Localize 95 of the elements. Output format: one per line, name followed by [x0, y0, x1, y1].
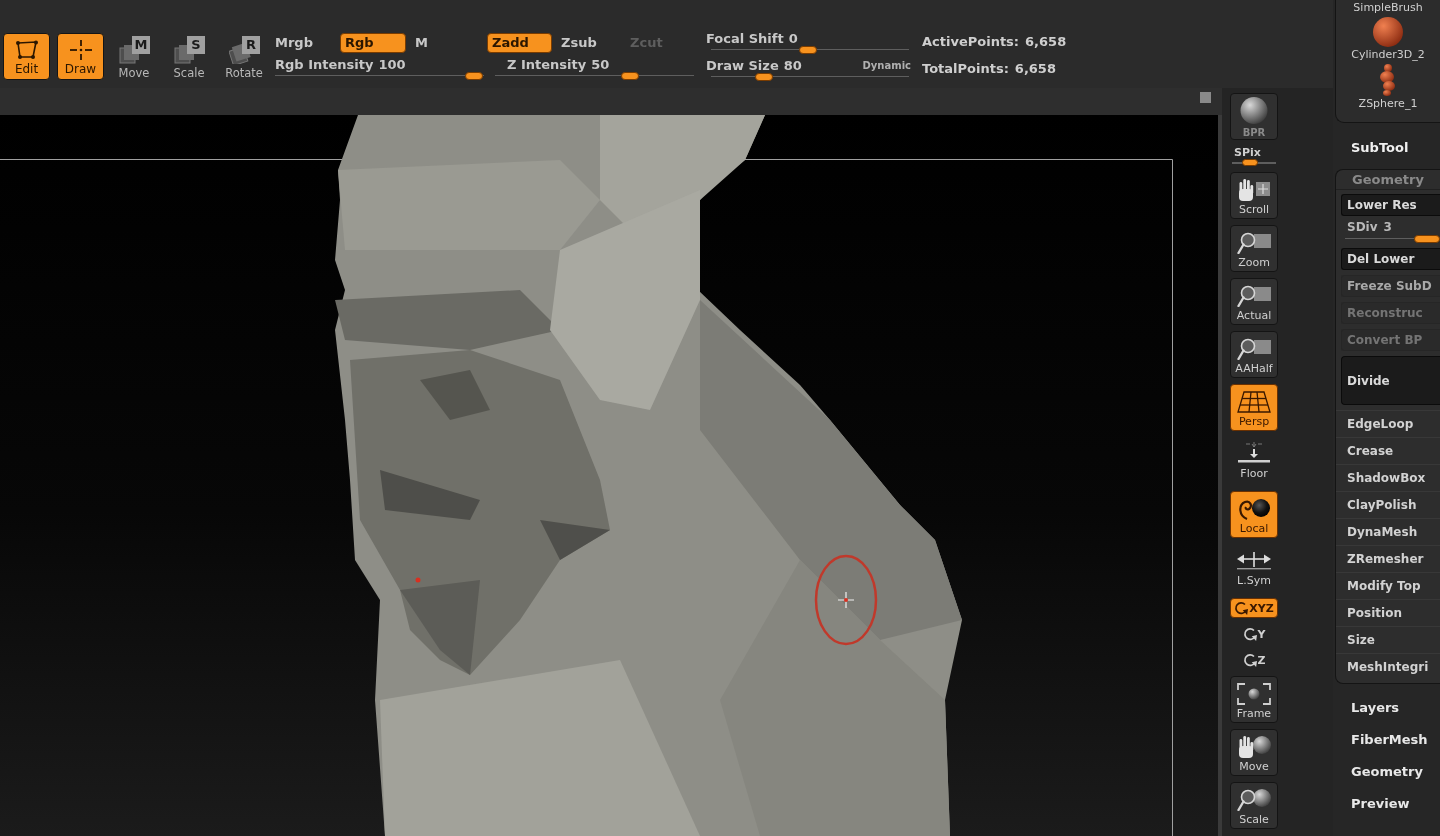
- subpalette-header[interactable]: EdgeLoop: [1336, 410, 1440, 437]
- subpalette-header[interactable]: Geometry: [1333, 756, 1423, 788]
- frame-button[interactable]: Frame: [1230, 676, 1278, 723]
- scale-button[interactable]: Scale: [1230, 782, 1278, 829]
- subtool-name[interactable]: SimpleBrush: [1353, 1, 1423, 14]
- actual-size-button[interactable]: Actual: [1230, 278, 1278, 325]
- subpalette-header[interactable]: Position: [1336, 599, 1440, 626]
- shortcut-key-label: M: [132, 36, 150, 54]
- slider-thumb[interactable]: [755, 73, 774, 81]
- rotate-arrow-icon: [1234, 601, 1249, 615]
- stat-label: ActivePoints:: [922, 35, 1020, 49]
- figure-thumbnail-icon[interactable]: [1379, 64, 1397, 96]
- subpalette-header[interactable]: Preview: [1333, 788, 1410, 820]
- local-symmetry-button[interactable]: L.Sym: [1230, 544, 1278, 592]
- move-tool-button[interactable]: M Move: [113, 36, 155, 80]
- depth-mode-toggle[interactable]: Zadd: [487, 33, 552, 53]
- depth-mode-toggle[interactable]: Zsub: [556, 33, 621, 53]
- rotate-arrow-icon: [1242, 627, 1257, 641]
- stat-label: TotalPoints:: [922, 62, 1009, 76]
- slider-label: SDiv: [1347, 220, 1378, 235]
- slider-label: Rgb Intensity: [275, 58, 374, 72]
- subtool-name[interactable]: ZSphere_1: [1358, 97, 1418, 110]
- slider-value: 3: [1383, 220, 1392, 235]
- subpalette-header[interactable]: Size: [1336, 626, 1440, 653]
- slider-thumb[interactable]: [799, 46, 817, 54]
- palette-button[interactable]: Divide: [1341, 356, 1440, 405]
- subpalette-header[interactable]: ClayPolish: [1336, 491, 1440, 518]
- viewport-canvas[interactable]: [0, 115, 1222, 836]
- subpalette-header[interactable]: MeshIntegri: [1336, 653, 1440, 680]
- subtool-name[interactable]: Cylinder3D_2: [1351, 48, 1425, 61]
- hand-icon: [1237, 736, 1271, 758]
- color-mode-toggle[interactable]: M: [410, 33, 476, 53]
- subpalette-header[interactable]: Layers: [1333, 692, 1400, 724]
- subpalette-header[interactable]: ShadowBox: [1336, 464, 1440, 491]
- swirl-dot-icon: [1237, 498, 1271, 520]
- color-mode-toggle[interactable]: Mrgb: [270, 33, 336, 53]
- draw-mode-button[interactable]: Draw: [57, 33, 104, 80]
- magnifier-icon: [1237, 338, 1271, 360]
- rotate-arrow-icon: [1242, 653, 1257, 667]
- subpalette-header[interactable]: FiberMesh: [1333, 724, 1428, 756]
- scale-tool-button[interactable]: S Scale: [168, 36, 210, 80]
- slider-label: Draw Size: [706, 59, 779, 73]
- perspective-button[interactable]: Persp: [1230, 384, 1278, 431]
- floor-arrow-icon: [1237, 442, 1271, 464]
- dynamic-toggle[interactable]: Dynamic: [862, 59, 911, 73]
- xyz-rotation-button[interactable]: XYZ: [1230, 598, 1278, 618]
- brush-cursor-icon: [814, 554, 878, 646]
- move-button[interactable]: Move: [1230, 729, 1278, 776]
- palette-title[interactable]: SubTool: [1333, 140, 1409, 155]
- shortcut-key-label: R: [242, 36, 260, 54]
- point-marker-icon: [415, 577, 421, 583]
- local-button[interactable]: Local: [1230, 491, 1278, 538]
- subpalette-header[interactable]: Modify Top: [1336, 572, 1440, 599]
- bpr-render-button[interactable]: BPR: [1230, 93, 1278, 140]
- slider-thumb[interactable]: [1413, 235, 1440, 243]
- magnifier-icon: [1237, 232, 1271, 254]
- zoom-button[interactable]: Zoom: [1230, 225, 1278, 272]
- subpalette-header[interactable]: ZRemesher: [1336, 545, 1440, 572]
- crosshair-icon: [69, 40, 92, 60]
- z-rotation-button[interactable]: Z: [1230, 650, 1278, 670]
- subpalette-title[interactable]: Geometry: [1336, 170, 1440, 190]
- color-mode-toggle[interactable]: Rgb: [340, 33, 406, 53]
- sphere-icon: [1240, 97, 1268, 124]
- rotate-tool-button[interactable]: R Rotate: [223, 36, 265, 80]
- slider-value: 50: [591, 58, 610, 72]
- y-rotation-button[interactable]: Y: [1230, 624, 1278, 644]
- sphere-thumbnail-icon[interactable]: [1373, 17, 1403, 47]
- double-arrow-icon: [1237, 549, 1271, 571]
- slider-label: Focal Shift: [706, 32, 784, 46]
- magnifier-icon: [1237, 789, 1271, 811]
- perspective-grid-icon: [1237, 391, 1271, 413]
- slider-thumb[interactable]: [1241, 159, 1258, 166]
- edit-mode-button[interactable]: Edit: [3, 33, 50, 80]
- stat-value: 6,658: [1014, 62, 1056, 76]
- magnifier-icon: [1237, 285, 1271, 307]
- scroll-button[interactable]: Scroll: [1230, 172, 1278, 219]
- stat-value: 6,658: [1025, 35, 1067, 49]
- aahalf-button[interactable]: AAHalf: [1230, 331, 1278, 378]
- slider-thumb[interactable]: [621, 72, 640, 80]
- subpalette-header[interactable]: DynaMesh: [1336, 518, 1440, 545]
- hand-icon: [1237, 179, 1271, 201]
- slider-value: 80: [783, 59, 802, 73]
- floor-button[interactable]: Floor: [1230, 437, 1278, 485]
- palette-button[interactable]: Del Lower: [1341, 248, 1440, 270]
- polygon-icon: [14, 40, 39, 60]
- shortcut-key-label: S: [187, 36, 205, 54]
- palette-button[interactable]: Freeze SubD: [1341, 275, 1440, 297]
- subpalette-header[interactable]: Crease: [1336, 437, 1440, 464]
- slider-thumb[interactable]: [464, 72, 483, 80]
- slider-label: Z Intensity: [507, 58, 587, 72]
- slider-label: SPix: [1234, 146, 1261, 159]
- slider-value: 100: [378, 58, 406, 72]
- palette-button[interactable]: Lower Res: [1341, 194, 1440, 216]
- slider-value: 0: [788, 32, 798, 46]
- frame-corners-icon: [1237, 683, 1271, 705]
